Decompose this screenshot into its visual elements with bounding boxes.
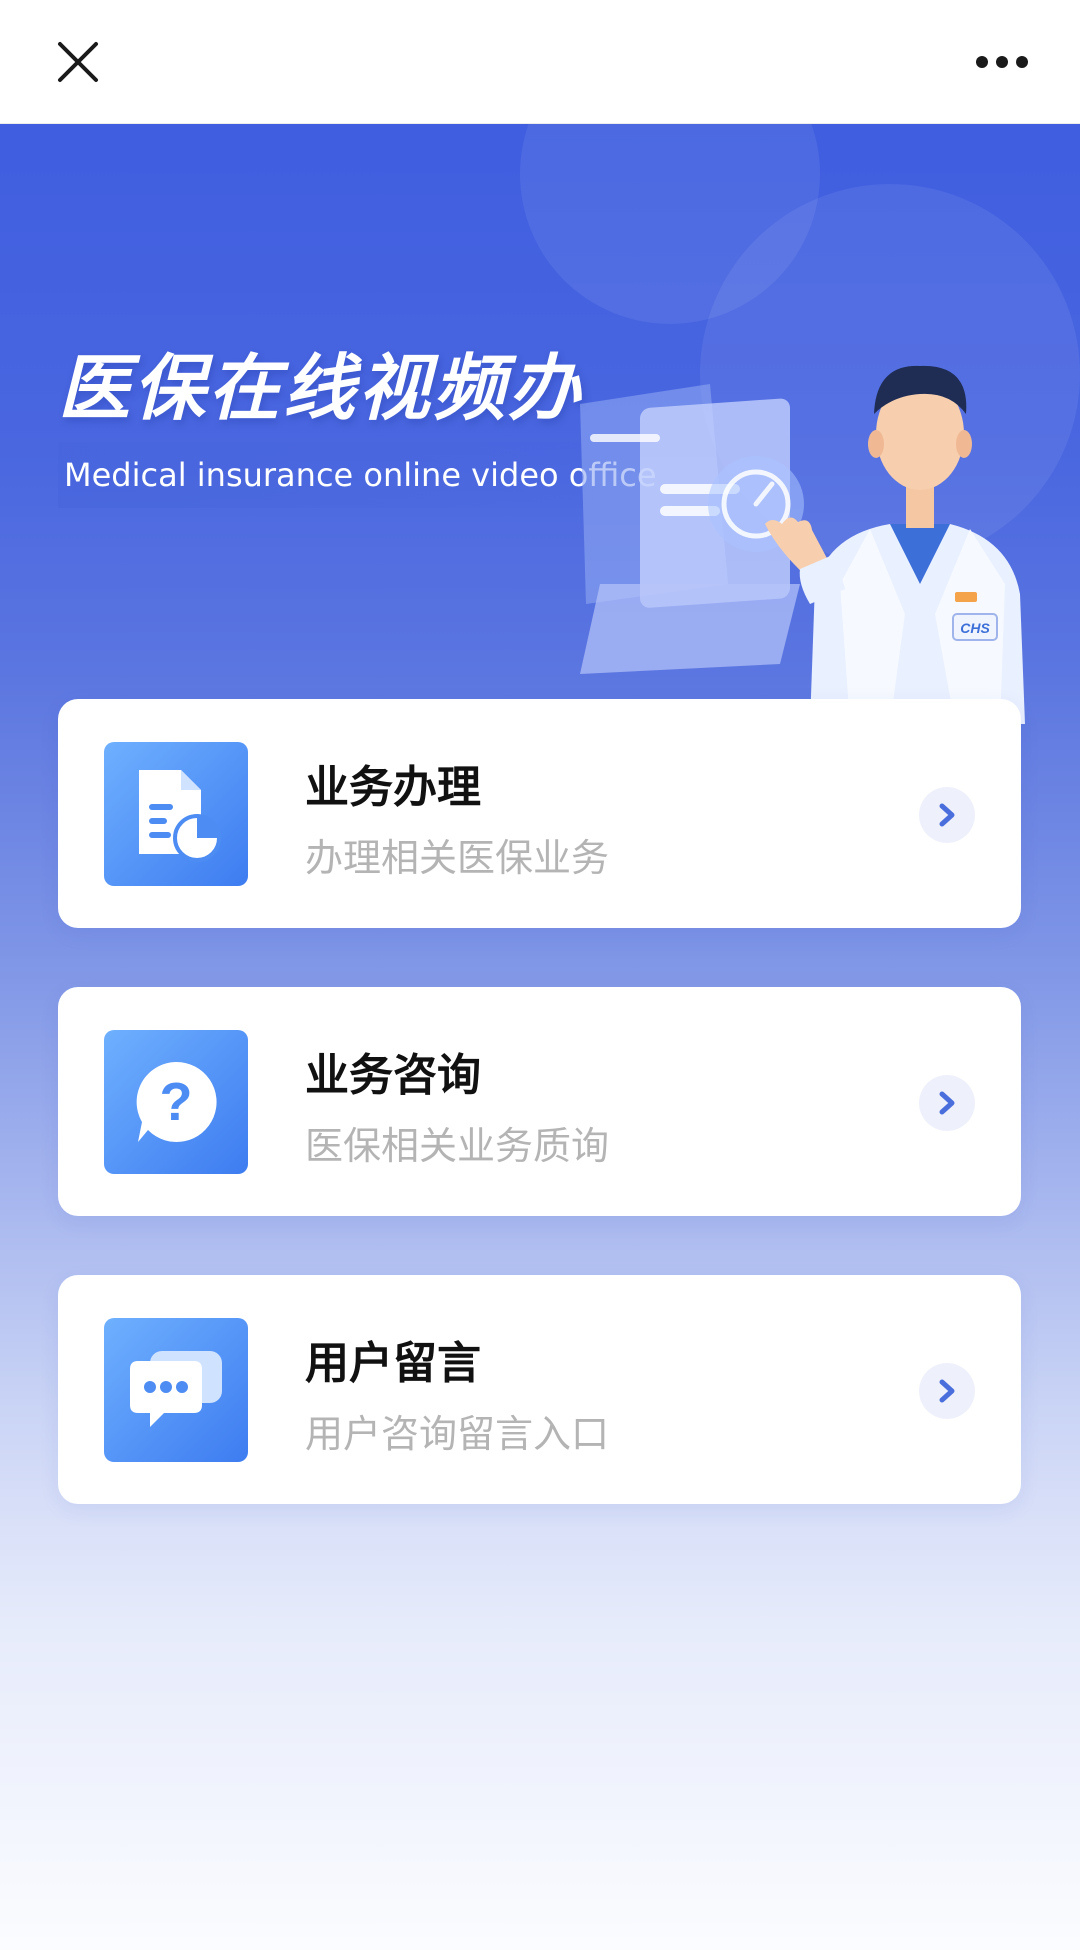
document-chart-icon: [104, 742, 248, 886]
close-button[interactable]: [40, 30, 116, 94]
more-horizontal-icon: [976, 56, 1028, 68]
menu-card-business-consultation[interactable]: ? 业务咨询 医保相关业务质询: [58, 987, 1021, 1216]
card-title: 用户留言: [305, 1338, 481, 1389]
more-button[interactable]: [964, 30, 1040, 94]
question-bubble-icon: ?: [104, 1030, 248, 1174]
card-description: 办理相关医保业务: [305, 836, 610, 880]
card-title: 业务咨询: [305, 1050, 481, 1101]
chat-bubbles-icon: [104, 1318, 248, 1462]
doctor-illustration: CHS: [580, 365, 1025, 724]
card-description: 医保相关业务质询: [305, 1124, 610, 1168]
close-icon: [58, 42, 98, 82]
chevron-right-icon[interactable]: [919, 1075, 975, 1131]
card-title: 业务办理: [305, 762, 481, 813]
badge-text: CHS: [960, 620, 990, 636]
menu-card-business-handling[interactable]: 业务办理 办理相关医保业务: [58, 699, 1021, 928]
main-content: 医保在线视频办 Medical insurance online video o…: [0, 124, 1080, 1950]
card-description: 用户咨询留言入口: [305, 1412, 610, 1456]
menu-card-user-message[interactable]: 用户留言 用户咨询留言入口: [58, 1275, 1021, 1504]
chevron-right-icon[interactable]: [919, 787, 975, 843]
banner-title: 医保在线视频办: [58, 346, 584, 430]
chevron-right-icon[interactable]: [919, 1363, 975, 1419]
svg-text:?: ?: [160, 1072, 193, 1132]
top-bar: [0, 0, 1080, 124]
